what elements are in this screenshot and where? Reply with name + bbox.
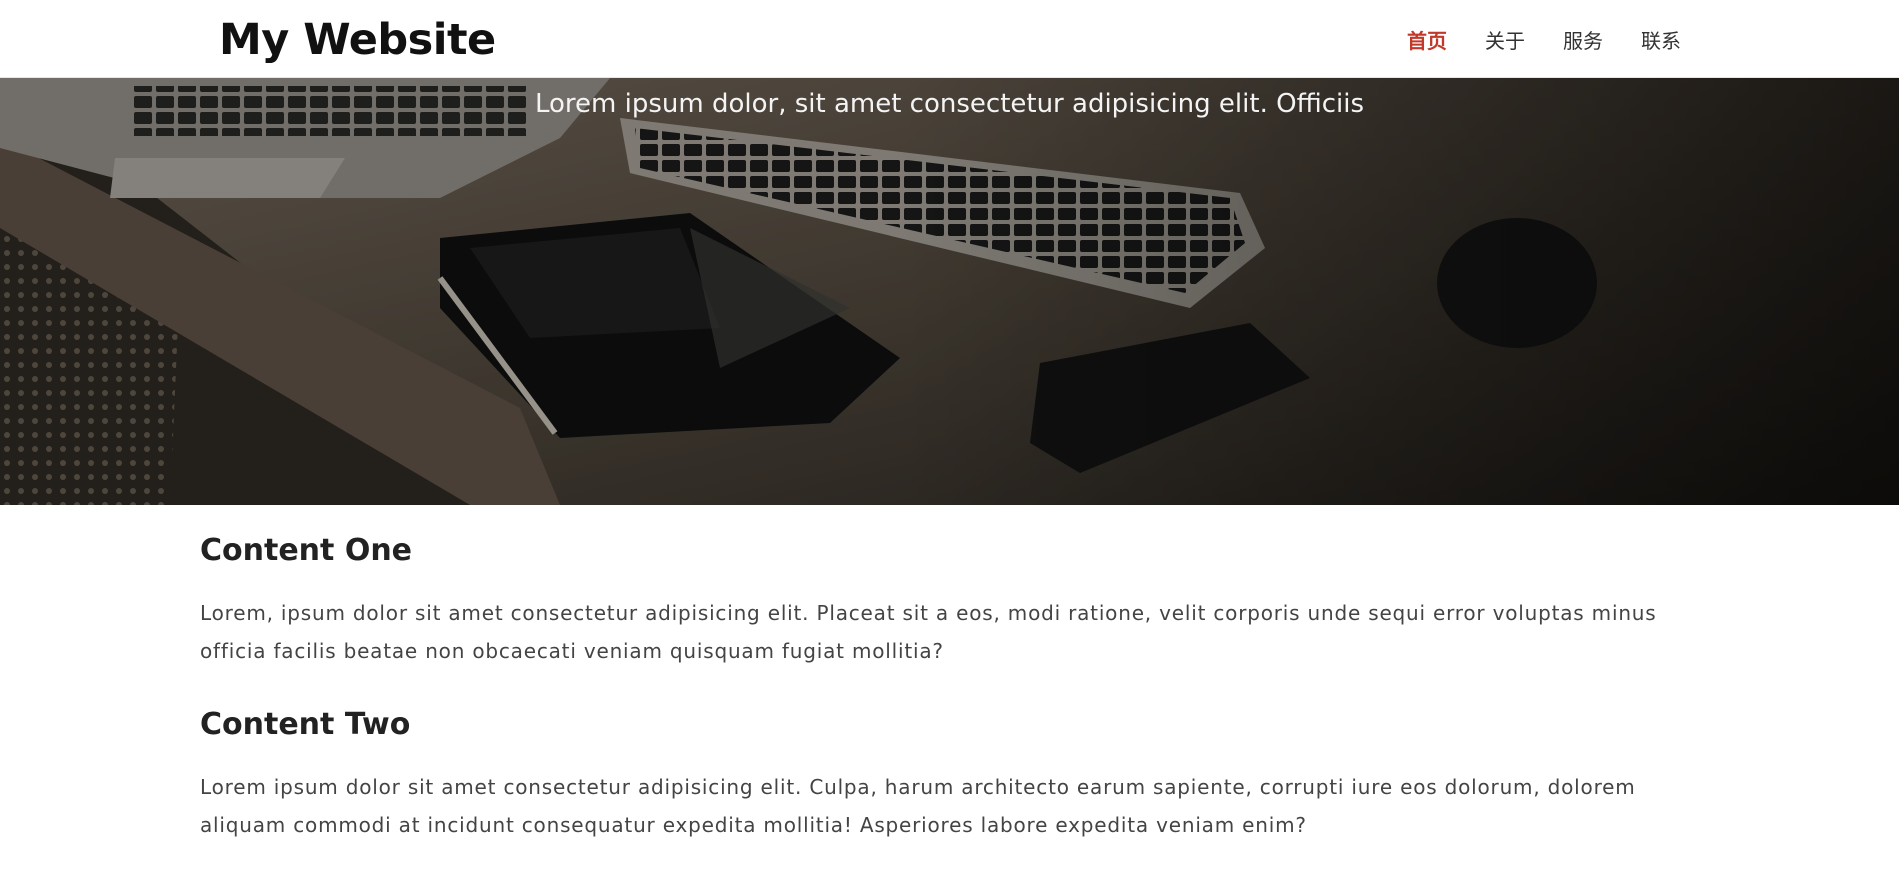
top-navbar: My Website 首页 关于 服务 联系 xyxy=(0,0,1899,78)
site-brand[interactable]: My Website xyxy=(219,14,496,66)
main-nav: 首页 关于 服务 联系 xyxy=(1407,24,1681,58)
content-section-two: Content Two Lorem ipsum dolor sit amet c… xyxy=(200,704,1683,844)
hero-banner: Lorem ipsum dolor, sit amet consectetur … xyxy=(0,78,1899,505)
nav-item-services[interactable]: 服务 xyxy=(1563,24,1603,58)
hero-background-image xyxy=(0,78,1899,505)
main-content: Content One Lorem, ipsum dolor sit amet … xyxy=(200,530,1683,878)
nav-item-home[interactable]: 首页 xyxy=(1407,24,1447,58)
nav-item-contact[interactable]: 联系 xyxy=(1641,24,1681,58)
section-heading: Content One xyxy=(200,533,413,568)
section-body: Lorem ipsum dolor sit amet consectetur a… xyxy=(200,775,1636,837)
nav-item-about[interactable]: 关于 xyxy=(1485,24,1525,58)
section-body: Lorem, ipsum dolor sit amet consectetur … xyxy=(200,601,1657,663)
hero-tagline: Lorem ipsum dolor, sit amet consectetur … xyxy=(534,89,1364,119)
content-section-one: Content One Lorem, ipsum dolor sit amet … xyxy=(200,530,1683,670)
section-heading: Content Two xyxy=(200,707,411,742)
